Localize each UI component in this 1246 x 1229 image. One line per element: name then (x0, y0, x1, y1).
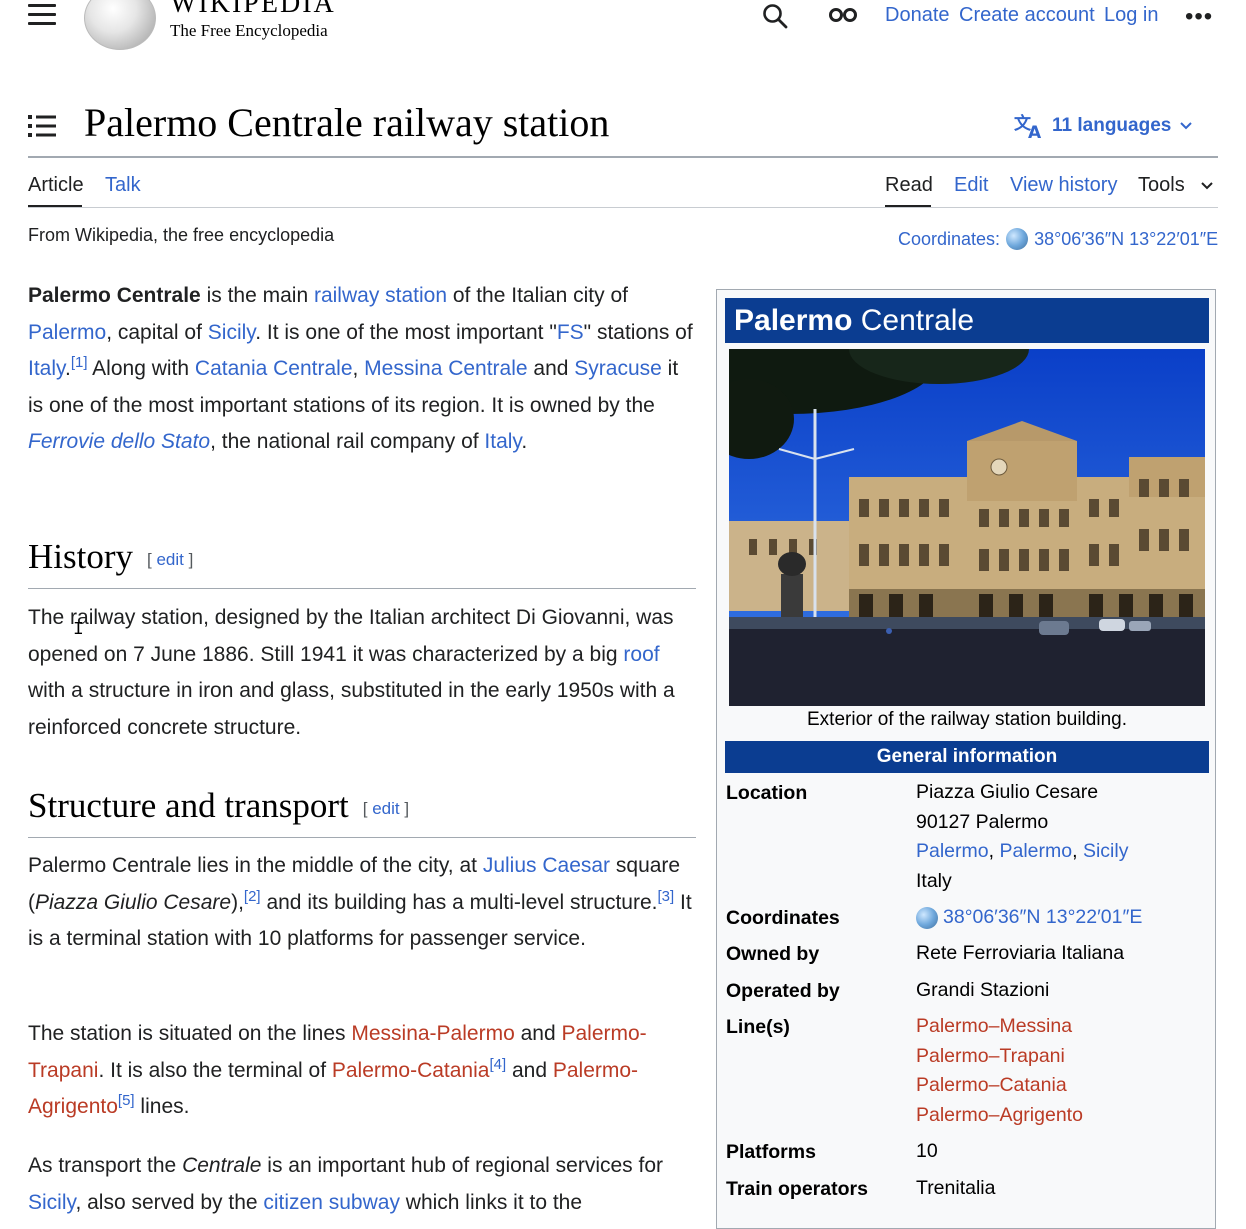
tools-label: Tools (1138, 174, 1185, 196)
main-menu-button[interactable] (28, 4, 56, 28)
structure-paragraph-1: Palermo Centrale lies in the middle of t… (28, 854, 692, 950)
line-link-palermo-trapani[interactable]: Palermo–Trapani (916, 1045, 1065, 1067)
globe-icon (1006, 228, 1029, 250)
link-catania-centrale[interactable]: Catania Centrale (195, 357, 353, 380)
history-paragraph: The railway station, designed by the Ita… (28, 606, 675, 739)
link-syracuse[interactable]: Syracuse (574, 357, 662, 380)
infobox-section-header: General information (725, 741, 1209, 773)
section-divider (28, 837, 696, 838)
link-italy-2[interactable]: Italy (484, 430, 521, 453)
link-julius-caesar[interactable]: Julius Caesar (483, 854, 610, 877)
infobox-image-caption: Exterior of the railway station building… (807, 709, 1127, 730)
tab-article[interactable]: Article (28, 174, 84, 197)
structure-paragraph-2: The station is situated on the lines Mes… (28, 1022, 647, 1118)
link-fs[interactable]: FS (557, 321, 584, 344)
redlink-messina-palermo[interactable]: Messina-Palermo (351, 1022, 514, 1045)
structure-paragraph-3: As transport the Centrale is an importan… (28, 1154, 664, 1214)
wikipedia-wordmark[interactable]: WIKIPEDIA (170, 0, 336, 20)
location-link-palermo-2[interactable]: Palermo (999, 840, 1072, 862)
link-ferrovie-dello-stato[interactable]: Ferrovie dello Stato (28, 430, 210, 453)
site-tagline: From Wikipedia, the free encyclopedia (28, 225, 335, 245)
tabs-divider (28, 207, 1218, 208)
text-cursor-icon: I (73, 620, 84, 640)
languages-count: 11 languages (1052, 115, 1172, 136)
tools-menu-button[interactable]: Tools (1138, 174, 1214, 197)
coordinates-value-link[interactable]: 38°06′36″N 13°22′01″E (1034, 229, 1218, 250)
language-selector-button[interactable]: 文 A 11 languages (1014, 113, 1193, 139)
infobox-label-owned-by: Owned by (726, 943, 820, 965)
station-exterior-photo[interactable] (729, 349, 1205, 706)
reference-1[interactable]: [1] (71, 354, 88, 371)
infobox-label-location: Location (726, 782, 808, 804)
edit-section-structure[interactable]: [ edit ] (363, 799, 409, 818)
link-railway-station[interactable]: railway station (314, 284, 447, 307)
tab-edit[interactable]: Edit (954, 174, 988, 197)
redlink-palermo-catania[interactable]: Palermo-Catania (332, 1059, 490, 1082)
infobox-link-owner[interactable]: Rete Ferroviaria Italiana (916, 939, 1124, 969)
infobox-value-location: Piazza Giulio Cesare 90127 Palermo Paler… (916, 778, 1128, 897)
location-postal: 90127 Palermo (916, 810, 1049, 833)
reference-5[interactable]: [5] (118, 1092, 135, 1109)
infobox-label-coordinates: Coordinates (726, 907, 840, 929)
translate-icon: 文 A (1014, 113, 1042, 139)
tab-talk[interactable]: Talk (105, 174, 141, 197)
infobox-value-lines: Palermo–Messina Palermo–Trapani Palermo–… (916, 1012, 1083, 1131)
tab-view-history[interactable]: View history (1010, 174, 1117, 197)
article-subject-bold: Palermo Centrale (28, 284, 201, 307)
location-street: Piazza Giulio Cesare (916, 781, 1099, 803)
chevron-down-icon (1180, 122, 1193, 130)
infobox-coordinates-link[interactable]: 38°06′36″N 13°22′01″E (943, 903, 1142, 933)
reference-2[interactable]: [2] (244, 888, 261, 905)
coordinates-indicator[interactable]: Coordinates: 38°06′36″N 13°22′01″E (898, 228, 1218, 250)
link-palermo[interactable]: Palermo (28, 321, 106, 344)
wikipedia-tagline: The Free Encyclopedia (170, 21, 328, 40)
svg-text:A: A (1028, 123, 1042, 139)
link-sicily-2[interactable]: Sicily (28, 1191, 75, 1214)
infobox-value-coordinates[interactable]: 38°06′36″N 13°22′01″E (916, 903, 1142, 933)
create-account-link[interactable]: Create account (959, 4, 1095, 27)
infobox-title: Palermo Centrale (725, 298, 1209, 343)
reference-4[interactable]: [4] (489, 1056, 506, 1073)
title-divider (28, 156, 1218, 158)
globe-icon (916, 906, 938, 929)
page-title: Palermo Centrale railway station (84, 100, 610, 145)
intro-paragraph: Palermo Centrale is the main railway sta… (28, 284, 693, 453)
chevron-down-icon (1201, 182, 1213, 190)
reference-3[interactable]: [3] (657, 888, 674, 905)
reading-preferences-icon[interactable] (828, 6, 858, 24)
more-options-icon[interactable]: ••• (1185, 5, 1213, 29)
tab-read[interactable]: Read (885, 174, 933, 197)
link-roof[interactable]: roof (623, 643, 659, 666)
link-citizen-subway[interactable]: citizen subway (263, 1191, 400, 1214)
location-country: Italy (916, 870, 952, 893)
wikipedia-logo-globe[interactable] (84, 0, 156, 50)
location-link-sicily[interactable]: Sicily (1083, 840, 1129, 862)
section-heading-history: History[ edit ] (28, 537, 194, 576)
search-icon[interactable] (762, 3, 788, 29)
infobox-link-trenitalia[interactable]: Trenitalia (916, 1174, 995, 1204)
link-italy[interactable]: Italy (28, 357, 65, 380)
line-link-palermo-catania[interactable]: Palermo–Catania (916, 1074, 1067, 1096)
infobox-label-lines: Line(s) (726, 1016, 790, 1038)
section-divider (28, 588, 696, 589)
infobox-label-platforms: Platforms (726, 1141, 816, 1163)
location-link-palermo[interactable]: Palermo (916, 840, 989, 862)
line-link-palermo-messina[interactable]: Palermo–Messina (916, 1015, 1072, 1037)
link-sicily[interactable]: Sicily (208, 321, 255, 344)
link-messina-centrale[interactable]: Messina Centrale (364, 357, 527, 380)
line-link-palermo-agrigento[interactable]: Palermo–Agrigento (916, 1104, 1083, 1126)
infobox-link-operator[interactable]: Grandi Stazioni (916, 976, 1049, 1006)
infobox-label-train-operators: Train operators (726, 1178, 868, 1200)
infobox-value-platforms: 10 (916, 1140, 938, 1162)
log-in-link[interactable]: Log in (1104, 4, 1159, 27)
table-of-contents-icon[interactable] (28, 114, 56, 138)
coordinates-label: Coordinates: (898, 228, 1001, 249)
edit-section-history[interactable]: [ edit ] (147, 550, 193, 569)
donate-link[interactable]: Donate (885, 4, 950, 27)
infobox-label-operated-by: Operated by (726, 980, 840, 1002)
section-heading-structure: Structure and transport[ edit ] (28, 786, 410, 825)
